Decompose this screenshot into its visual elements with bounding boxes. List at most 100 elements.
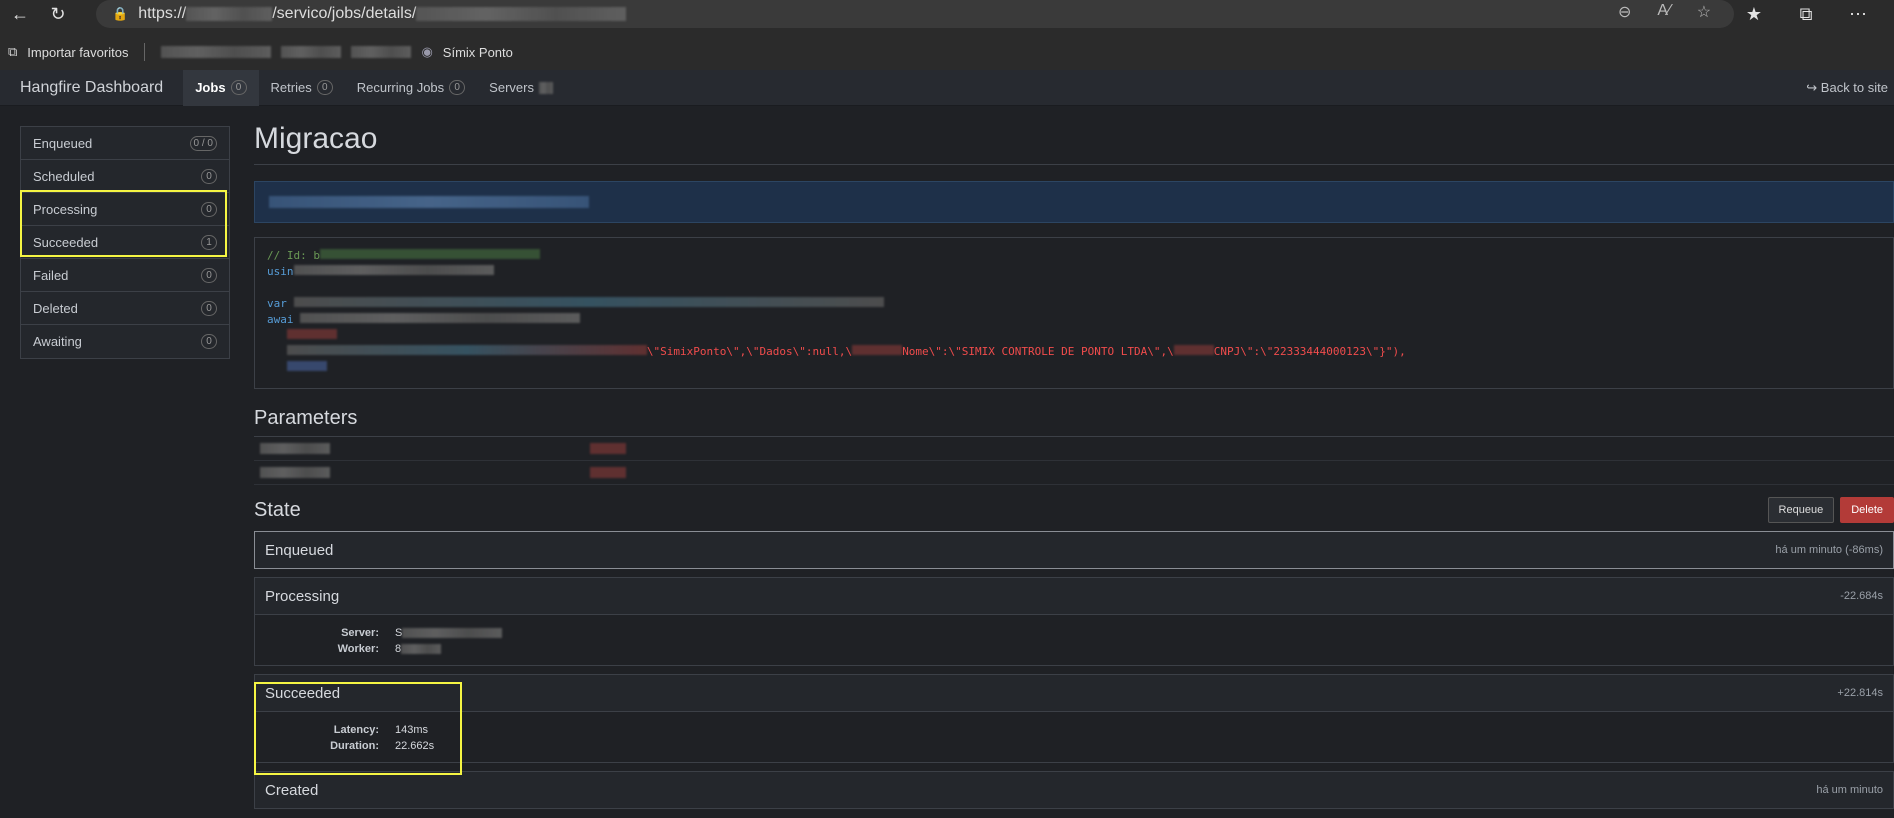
job-code: // Id: b usin var awai \"SimixPonto\",\"… (254, 237, 1894, 389)
state-time: -22.684s (1840, 590, 1883, 602)
nav-servers[interactable]: Servers (477, 70, 565, 106)
highlight-box-succeeded (254, 682, 462, 775)
job-note (254, 181, 1894, 223)
redacted-bookmark[interactable] (351, 46, 412, 58)
star-icon[interactable]: ☆ (1697, 2, 1711, 22)
code-comment: // Id: b (267, 249, 320, 262)
state-time: há um minuto (1816, 784, 1883, 796)
state-created: Created há um minuto (254, 771, 1894, 809)
count-badge: 0 (201, 168, 217, 184)
state-name: Created (265, 781, 319, 799)
requeue-button[interactable]: Requeue (1767, 497, 1835, 523)
detail-key: Worker: (337, 643, 379, 655)
count-badge: 0 (230, 80, 247, 95)
redacted-code (286, 345, 647, 355)
nav-label: Servers (489, 80, 534, 95)
zoom-out-icon[interactable]: ⊖ (1618, 2, 1631, 22)
top-navbar: Hangfire Dashboard Jobs 0 Retries 0 Recurr… (0, 69, 1894, 106)
highlight-box-sidebar (20, 190, 227, 257)
code-keyword: usin (267, 265, 294, 278)
redacted-bookmark[interactable] (281, 46, 342, 58)
state-processing: Processing -22.684s Server: S Worker: 8 (254, 577, 1894, 666)
exit-icon: ↪ (1806, 80, 1818, 95)
sidebar-item-failed[interactable]: Failed 0 (21, 259, 229, 292)
state-name: Processing (265, 587, 340, 605)
nav-label: Recurring Jobs (356, 80, 445, 95)
redacted-job-id (416, 7, 627, 21)
state-name: Enqueued (265, 541, 334, 559)
state-enqueued: Enqueued há um minuto (-86ms) (254, 531, 1894, 569)
redacted-value (590, 443, 626, 454)
read-aloud-icon[interactable]: A⁄ (1657, 2, 1670, 22)
lock-icon: 🔒 (112, 6, 129, 21)
code-string: CNPJ\":\"22333444000123\"}"), (1213, 345, 1406, 358)
redacted-code (300, 313, 581, 323)
code-keyword: var (267, 297, 287, 310)
brand-link[interactable]: Hangfire Dashboard (0, 79, 183, 97)
delete-button[interactable]: Delete (1840, 497, 1894, 523)
sidebar-item-awaiting[interactable]: Awaiting 0 (21, 325, 229, 358)
parameter-row (254, 461, 1894, 485)
address-bar[interactable]: 🔒 https:// /servico/jobs/details/ (96, 0, 1734, 28)
count-badge: 0 (201, 300, 217, 316)
sidebar-label: Enqueued (33, 135, 93, 151)
sidebar-label: Failed (33, 267, 69, 283)
sidebar-item-scheduled[interactable]: Scheduled 0 (21, 160, 229, 193)
code-string: \"SimixPonto\",\"Dados\":null,\ (646, 345, 853, 358)
back-to-site-link[interactable]: ↪ Back to site (1806, 80, 1888, 96)
address-row: ← ↻ 🔒 https:// /servico/jobs/details/ ⊖ … (0, 0, 1894, 28)
redacted-bookmark[interactable] (161, 46, 272, 58)
url-prefix: https:// (138, 5, 187, 22)
code-string: Nome\":\"SIMIX CONTROLE DE PONTO LTDA\",… (902, 345, 1174, 358)
redacted-code (1173, 345, 1214, 355)
code-keyword: awai (267, 313, 294, 326)
state-header-row: Enqueued há um minuto (-86ms) (255, 532, 1893, 568)
count-badge: 0 (316, 80, 333, 95)
redacted-value (590, 467, 626, 478)
state-header-row: Created há um minuto (255, 772, 1893, 808)
import-favorites-link[interactable]: Importar favoritos (27, 45, 128, 60)
state-time: há um minuto (-86ms) (1775, 544, 1883, 556)
detail-row: Server: S (255, 625, 1893, 641)
state-body: Latency: 143ms Duration: 22.662s (255, 711, 1893, 762)
state-actions: Requeue Delete (1762, 497, 1894, 523)
count-badge: 0 (449, 80, 466, 95)
back-arrow-icon[interactable]: ← (8, 2, 32, 26)
back-label: Back to site (1820, 80, 1888, 95)
url-path: /servico/jobs/details/ (272, 5, 417, 22)
redacted-code (293, 297, 884, 307)
nav-label: Jobs (195, 80, 226, 95)
bookmark-simix-ponto[interactable]: Símix Ponto (443, 45, 513, 60)
bookmark-icon: ◉ (421, 44, 433, 59)
nav-retries[interactable]: Retries 0 (259, 70, 345, 106)
state-succeeded: Succeeded +22.814s Latency: 143ms Duration… (254, 674, 1894, 763)
redacted-code (319, 249, 540, 259)
redacted-code (286, 361, 327, 371)
detail-row: Duration: 22.662s (255, 738, 1893, 754)
redacted-param (260, 443, 330, 454)
import-favorites-icon[interactable]: ⧉ (8, 44, 17, 60)
sidebar-label: Awaiting (33, 334, 82, 349)
hangfire-app: Hangfire Dashboard Jobs 0 Retries 0 Recurr… (0, 69, 1894, 818)
refresh-icon[interactable]: ↻ (46, 2, 70, 26)
favorites-bar: ⧉ Importar favoritos ◉ Símix Ponto (0, 34, 1894, 70)
redacted-code (852, 345, 903, 355)
more-icon[interactable]: ⋯ (1846, 2, 1870, 26)
nav-jobs[interactable]: Jobs 0 (183, 69, 259, 106)
state-time: +22.814s (1837, 687, 1883, 699)
divider (144, 43, 146, 61)
favorites-icon[interactable]: ★ (1742, 2, 1766, 26)
sidebar-item-enqueued[interactable]: Enqueued 0 / 0 (21, 127, 229, 160)
sidebar-item-deleted[interactable]: Deleted 0 (21, 292, 229, 325)
redacted-value (401, 644, 442, 654)
sidebar-label: Deleted (33, 300, 78, 316)
redacted-value (402, 628, 503, 638)
count-badge: 0 (201, 267, 217, 283)
job-details: Migracao // Id: b usin var awai \"SimixP… (254, 118, 1894, 809)
parameters-heading: Parameters (254, 389, 1894, 437)
redacted-param (260, 467, 330, 478)
redacted-code (293, 265, 494, 275)
nav-recurring-jobs[interactable]: Recurring Jobs 0 (345, 70, 477, 106)
collections-icon[interactable]: ⧉ (1794, 2, 1818, 26)
redacted-host (186, 7, 273, 21)
